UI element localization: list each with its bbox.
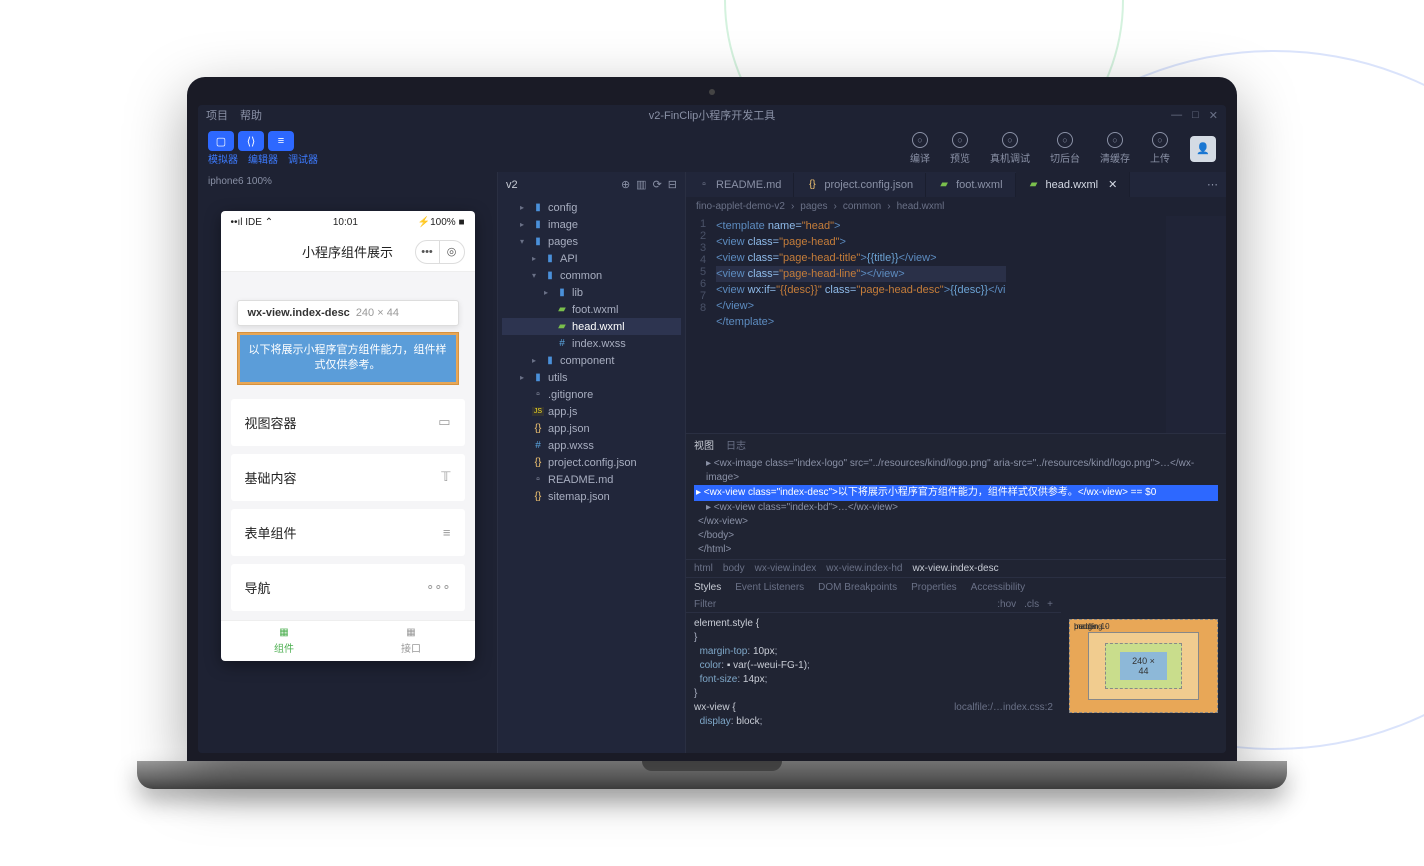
simulator-panel: iphone6 100% ••ıl IDE ⌃ 10:01 ⚡100% ■ 小程… — [198, 172, 498, 753]
max-icon[interactable]: □ — [1192, 109, 1199, 122]
pill-label: 编辑器 — [248, 151, 278, 166]
tree-file[interactable]: {}sitemap.json — [502, 488, 681, 505]
crumb-item[interactable]: wx-view.index-desc — [912, 563, 998, 574]
refresh-icon[interactable]: ⟳ — [653, 178, 662, 191]
ide-window: 项目 帮助 v2-FinClip小程序开发工具 — □ ✕ ▢ ⟨⟩ ≡ 模拟器… — [198, 105, 1226, 753]
tree-folder[interactable]: ▸▮lib — [502, 284, 681, 301]
tool-真机调试[interactable]: ○真机调试 — [990, 132, 1030, 165]
avatar[interactable]: 👤 — [1190, 136, 1216, 162]
tree-folder[interactable]: ▸▮config — [502, 199, 681, 216]
list-item[interactable]: 视图容器▭ — [231, 399, 465, 446]
laptop-base — [137, 761, 1287, 789]
devtools: 视图 日志 ▸ <wx-image class="index-logo" src… — [686, 433, 1226, 753]
status-time: 10:01 — [333, 217, 358, 228]
tree-file[interactable]: {}app.json — [502, 420, 681, 437]
tree-file[interactable]: #app.wxss — [502, 437, 681, 454]
breadcrumb: fino-applet-demo-v2›pages›common›head.wx… — [686, 197, 1226, 216]
styles-filter[interactable]: Filter — [694, 599, 716, 610]
editor-tab[interactable]: {}project.config.json — [794, 173, 926, 197]
list-item[interactable]: 基础内容𝕋 — [231, 454, 465, 501]
editor-tab[interactable]: ▰foot.wxml — [926, 173, 1015, 197]
tabs-more-icon[interactable]: ⋯ — [1199, 178, 1226, 191]
styles-tab[interactable]: Event Listeners — [735, 582, 804, 593]
tool-预览[interactable]: ○预览 — [950, 132, 970, 165]
tool-清缓存[interactable]: ○清缓存 — [1100, 132, 1130, 165]
dt-tab-view[interactable]: 视图 — [694, 437, 714, 452]
device-label[interactable]: iphone6 100% — [198, 172, 497, 191]
toolbar: ▢ ⟨⟩ ≡ 模拟器 编辑器 调试器 ○编译 ○预览 ○真机调试 ○切后台 ○清缓存 ○上… — [198, 125, 1226, 172]
crumb-item[interactable]: html — [694, 563, 713, 574]
file-explorer: v2 ⊕ ▥ ⟳ ⊟ ▸▮config▸▮image▾▮pages▸▮API▾▮… — [498, 172, 686, 753]
cls-toggle[interactable]: .cls — [1024, 599, 1039, 610]
add-rule-icon[interactable]: + — [1047, 599, 1053, 610]
pill-simulator[interactable]: ▢ — [208, 131, 234, 151]
tree-file[interactable]: #index.wxss — [502, 335, 681, 352]
menu-help[interactable]: 帮助 — [240, 107, 262, 123]
status-signal: ••ıl IDE ⌃ — [231, 217, 274, 228]
tree-folder[interactable]: ▸▮image — [502, 216, 681, 233]
phone-preview: ••ıl IDE ⌃ 10:01 ⚡100% ■ 小程序组件展示 ••• ◎ w… — [221, 211, 475, 661]
styles-tab[interactable]: Styles — [694, 582, 721, 593]
code-editor[interactable]: 12345678 <template name="head"> <view cl… — [686, 216, 1226, 433]
status-battery: ⚡100% ■ — [418, 217, 465, 228]
pill-editor[interactable]: ⟨⟩ — [238, 131, 264, 151]
tabbar-item[interactable]: ▦组件 — [221, 621, 348, 661]
menu-project[interactable]: 项目 — [206, 107, 228, 123]
inspect-tooltip: wx-view.index-desc240 × 44 — [237, 300, 459, 326]
tree-folder[interactable]: ▸▮API — [502, 250, 681, 267]
close-tab-icon[interactable]: ✕ — [1108, 178, 1117, 191]
capsule-close-icon[interactable]: ◎ — [440, 241, 464, 263]
camera-dot — [709, 89, 715, 95]
tree-folder[interactable]: ▸▮component — [502, 352, 681, 369]
tree-file[interactable]: ▫README.md — [502, 471, 681, 488]
editor-tab[interactable]: ▰head.wxml✕ — [1016, 172, 1131, 197]
pill-label: 模拟器 — [208, 151, 238, 166]
editor-tab[interactable]: ▫README.md — [686, 173, 794, 197]
list-item[interactable]: 导航∘∘∘ — [231, 564, 465, 611]
new-file-icon[interactable]: ⊕ — [621, 178, 630, 191]
inspect-highlight: 以下将展示小程序官方组件能力，组件样式仅供参考。 — [237, 332, 459, 385]
pill-label: 调试器 — [288, 151, 318, 166]
new-folder-icon[interactable]: ▥ — [636, 178, 646, 191]
tabbar-item[interactable]: ▦接口 — [348, 621, 475, 661]
tree-file[interactable]: JSapp.js — [502, 403, 681, 420]
tool-切后台[interactable]: ○切后台 — [1050, 132, 1080, 165]
tree-folder[interactable]: ▸▮utils — [502, 369, 681, 386]
tree-file[interactable]: ▰head.wxml — [502, 318, 681, 335]
laptop-frame: 项目 帮助 v2-FinClip小程序开发工具 — □ ✕ ▢ ⟨⟩ ≡ 模拟器… — [187, 77, 1237, 789]
crumb-item[interactable]: body — [723, 563, 745, 574]
tree-file[interactable]: {}project.config.json — [502, 454, 681, 471]
editor-area: ▫README.md{}project.config.json▰foot.wxm… — [686, 172, 1226, 753]
min-icon[interactable]: — — [1171, 109, 1182, 122]
styles-tab[interactable]: Accessibility — [971, 582, 1025, 593]
tree-folder[interactable]: ▾▮common — [502, 267, 681, 284]
pill-debugger[interactable]: ≡ — [268, 131, 294, 151]
page-title: 小程序组件展示 — [302, 242, 393, 261]
crumb-item[interactable]: wx-view.index-hd — [826, 563, 902, 574]
close-icon[interactable]: ✕ — [1209, 109, 1218, 122]
project-root[interactable]: v2 — [506, 179, 518, 191]
tool-编译[interactable]: ○编译 — [910, 132, 930, 165]
styles-tab[interactable]: Properties — [911, 582, 957, 593]
tree-folder[interactable]: ▾▮pages — [502, 233, 681, 250]
list-item[interactable]: 表单组件≡ — [231, 509, 465, 556]
styles-tab[interactable]: DOM Breakpoints — [818, 582, 897, 593]
crumb-item[interactable]: wx-view.index — [755, 563, 817, 574]
tool-上传[interactable]: ○上传 — [1150, 132, 1170, 165]
menubar: 项目 帮助 v2-FinClip小程序开发工具 — □ ✕ — [198, 105, 1226, 125]
dt-tab-log[interactable]: 日志 — [726, 437, 746, 452]
minimap[interactable] — [1166, 216, 1226, 433]
collapse-icon[interactable]: ⊟ — [668, 178, 677, 191]
box-model: margin 10 border - padding - 240 × 44 — [1061, 578, 1226, 753]
window-title: v2-FinClip小程序开发工具 — [649, 107, 776, 123]
tree-file[interactable]: ▰foot.wxml — [502, 301, 681, 318]
tree-file[interactable]: ▫.gitignore — [502, 386, 681, 403]
hov-toggle[interactable]: :hov — [997, 599, 1016, 610]
capsule-menu-icon[interactable]: ••• — [416, 241, 440, 263]
